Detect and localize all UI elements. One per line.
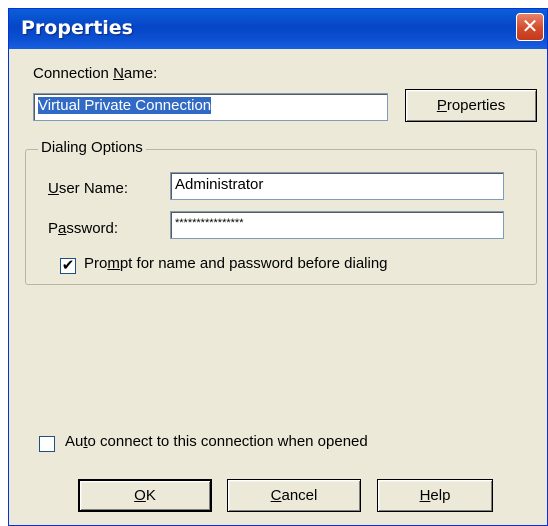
title-bar[interactable]: Properties ✕ (9, 9, 547, 49)
connection-name-label: Connection Name: (33, 65, 158, 82)
connection-name-value: Virtual Private Connection (38, 97, 212, 114)
password-label: Password: (48, 220, 119, 237)
help-button[interactable]: Help (377, 479, 493, 512)
user-name-input[interactable]: Administrator (170, 172, 504, 200)
connection-name-input[interactable]: Virtual Private Connection (33, 93, 388, 121)
ok-button[interactable]: OK (78, 479, 212, 512)
user-name-label: User Name: (48, 180, 129, 197)
auto-connect-label[interactable]: Auto connect to this connection when ope… (65, 433, 368, 450)
user-name-value: Administrator (175, 176, 264, 193)
auto-connect-checkbox[interactable] (39, 436, 55, 452)
window-title: Properties (21, 17, 133, 39)
dialing-options-title: Dialing Options (38, 139, 146, 156)
prompt-checkbox[interactable]: ✔ (60, 258, 76, 274)
password-value: **************** (175, 217, 244, 229)
prompt-checkbox-label[interactable]: Prompt for name and password before dial… (84, 255, 388, 272)
properties-button[interactable]: Properties (405, 89, 537, 122)
close-icon: ✕ (521, 16, 539, 38)
cancel-button[interactable]: Cancel (227, 479, 361, 512)
checkmark-icon: ✔ (61, 257, 75, 274)
password-input[interactable]: **************** (170, 211, 504, 239)
close-button[interactable]: ✕ (516, 13, 544, 41)
properties-dialog: Properties ✕ Connection Name: Virtual Pr… (8, 8, 548, 526)
dialing-options-group: Dialing Options User Name: Administrator… (25, 139, 537, 285)
